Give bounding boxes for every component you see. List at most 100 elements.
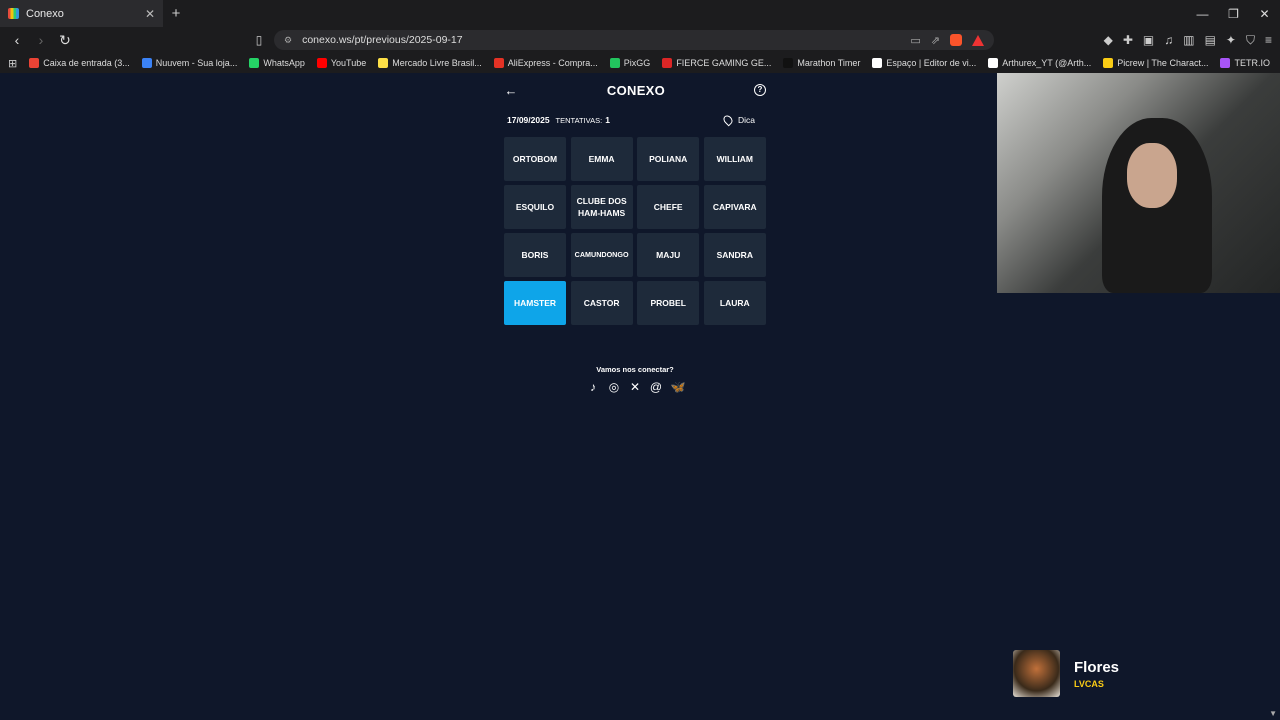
bookmark-favicon-icon bbox=[141, 58, 152, 68]
sidebar-icon[interactable]: ▥ bbox=[1183, 33, 1194, 48]
bookmark-item[interactable]: PixGG bbox=[609, 58, 651, 68]
music-icon[interactable]: ♫ bbox=[1164, 33, 1173, 48]
apps-grid-icon[interactable]: ⊞ bbox=[8, 57, 17, 70]
bookmark-favicon-icon bbox=[609, 58, 620, 68]
cast-icon[interactable]: ▭ bbox=[910, 34, 920, 47]
location-pin-icon bbox=[721, 113, 735, 127]
word-tile[interactable]: HAMSTER bbox=[504, 281, 566, 325]
back-icon[interactable]: ‹ bbox=[8, 32, 26, 48]
word-tile[interactable]: ORTOBOM bbox=[504, 137, 566, 181]
streamer-face bbox=[1127, 143, 1177, 208]
bookmark-label: PixGG bbox=[623, 58, 651, 68]
word-tile[interactable]: CAMUNDONGO bbox=[570, 233, 633, 277]
forward-icon[interactable]: › bbox=[32, 32, 50, 48]
bookmark-item[interactable]: FIERCE GAMING GE... bbox=[662, 58, 771, 68]
now-playing-widget: Flores LVCAS bbox=[1013, 650, 1119, 697]
site-info-icon[interactable]: ⚙ bbox=[284, 35, 292, 46]
puzzle-icon[interactable]: ✚ bbox=[1123, 33, 1133, 48]
bookmark-label: Espaço | Editor de vi... bbox=[886, 58, 977, 68]
bookmark-favicon-icon bbox=[249, 58, 260, 68]
bookmark-favicon-icon bbox=[988, 58, 999, 68]
tab-close-icon[interactable]: ✕ bbox=[145, 7, 155, 21]
window-controls: — ❐ ✕ bbox=[1187, 7, 1280, 21]
bookmark-page-icon[interactable]: ▯ bbox=[250, 33, 268, 47]
close-window-icon[interactable]: ✕ bbox=[1249, 7, 1280, 21]
social-section: Vamos nos conectar? ♪ ◎ ✕ @ 🦋 bbox=[560, 365, 710, 394]
attempts-count: 1 bbox=[605, 115, 610, 125]
reload-icon[interactable]: ↻ bbox=[56, 32, 74, 49]
instagram-icon[interactable]: ◎ bbox=[608, 380, 621, 394]
bookmark-item[interactable]: Marathon Timer bbox=[783, 58, 860, 68]
bookmark-favicon-icon bbox=[783, 58, 794, 68]
word-tile[interactable]: PROBEL bbox=[637, 281, 700, 325]
social-icons: ♪ ◎ ✕ @ 🦋 bbox=[560, 380, 710, 394]
bookmark-item[interactable]: Caixa de entrada (3... bbox=[29, 58, 130, 68]
bookmark-item[interactable]: TETR.IO bbox=[1220, 58, 1270, 68]
minimize-icon[interactable]: — bbox=[1187, 7, 1218, 21]
nav-bar: ‹ › ↻ ▯ ⚙ conexo.ws/pt/previous/2025-09-… bbox=[0, 27, 1280, 53]
share-icon[interactable]: ⇗ bbox=[931, 34, 940, 47]
word-tile[interactable]: WILLIAM bbox=[703, 137, 766, 181]
extensions-area: ◆ ✚ ▣ ♫ ▥ ▤ ✦ ⛉ ≡ bbox=[1104, 33, 1272, 48]
bookmark-label: FIERCE GAMING GE... bbox=[676, 58, 772, 68]
bookmark-item[interactable]: Arthurex_YT (@Arth... bbox=[988, 58, 1091, 68]
bookmark-label: WhatsApp bbox=[263, 58, 305, 68]
menu-icon[interactable]: ≡ bbox=[1265, 33, 1272, 48]
brave-shields-icon[interactable] bbox=[950, 34, 962, 46]
bookmark-label: Mercado Livre Brasil... bbox=[392, 58, 482, 68]
webcam-overlay bbox=[997, 73, 1280, 293]
screenshot-icon[interactable]: ▣ bbox=[1143, 33, 1154, 48]
word-tile[interactable]: SANDRA bbox=[703, 233, 766, 277]
word-tile[interactable]: CAPIVARA bbox=[703, 185, 766, 229]
arrow-left-icon[interactable]: ← bbox=[504, 83, 518, 98]
tab-conexo[interactable]: Conexo ✕ bbox=[0, 0, 163, 27]
word-tile[interactable]: CHEFE bbox=[637, 185, 700, 229]
word-tile[interactable]: BORIS bbox=[504, 233, 566, 277]
bookmarks-bar: ⊞ Caixa de entrada (3... Nuuvem - Sua loj… bbox=[0, 53, 1280, 73]
word-tile[interactable]: POLIANA bbox=[637, 137, 700, 181]
brave-rewards-icon[interactable] bbox=[972, 34, 984, 46]
song-title: Flores bbox=[1074, 658, 1120, 676]
restore-icon[interactable]: ❐ bbox=[1218, 7, 1249, 21]
bookmark-item[interactable]: Espaço | Editor de vi... bbox=[872, 58, 976, 68]
vpn-icon[interactable]: ⛉ bbox=[1246, 33, 1255, 48]
threads-icon[interactable]: @ bbox=[650, 380, 663, 394]
bookmark-item[interactable]: YouTube bbox=[316, 58, 366, 68]
address-bar[interactable]: ⚙ conexo.ws/pt/previous/2025-09-17 ▭ ⇗ bbox=[274, 30, 994, 50]
bookmark-favicon-icon bbox=[1220, 58, 1231, 68]
word-tile[interactable]: CASTOR bbox=[570, 281, 633, 325]
scroll-down-icon[interactable]: ▼ bbox=[1269, 709, 1277, 718]
leo-icon[interactable]: ✦ bbox=[1226, 33, 1236, 48]
x-icon[interactable]: ✕ bbox=[629, 380, 642, 394]
hint-button[interactable]: Dica bbox=[721, 113, 755, 127]
bookmark-favicon-icon bbox=[316, 58, 327, 68]
bookmark-item[interactable]: AliExpress - Compra... bbox=[493, 58, 598, 68]
bookmark-label: Arthurex_YT (@Arth... bbox=[1002, 58, 1092, 68]
extension-icon[interactable]: ◆ bbox=[1104, 33, 1113, 48]
page-title: CONEXO bbox=[606, 82, 666, 98]
word-grid: ORTOBOM EMMA POLIANA WILLIAM ESQUILO CLUBE DO… bbox=[504, 137, 766, 325]
bookmark-label: Marathon Timer bbox=[797, 58, 861, 68]
word-tile[interactable]: MAJU bbox=[637, 233, 700, 277]
hint-label: Dica bbox=[737, 115, 755, 125]
wallet-icon[interactable]: ▤ bbox=[1205, 33, 1216, 48]
bookmark-label: AliExpress - Compra... bbox=[507, 58, 598, 68]
word-tile[interactable]: CLUBE DOS HAM-HAMS bbox=[570, 185, 633, 229]
word-tile[interactable]: ESQUILO bbox=[504, 185, 566, 229]
bookmark-item[interactable]: Picrew | The Charact... bbox=[1103, 58, 1208, 68]
bluesky-icon[interactable]: 🦋 bbox=[671, 380, 686, 394]
conexo-favicon-icon bbox=[8, 8, 19, 19]
bookmark-item[interactable]: Nuuvem - Sua loja... bbox=[141, 58, 237, 68]
bookmark-item[interactable]: Mercado Livre Brasil... bbox=[378, 58, 482, 68]
bookmark-favicon-icon bbox=[493, 58, 504, 68]
word-tile[interactable]: EMMA bbox=[570, 137, 633, 181]
song-artist: LVCAS bbox=[1074, 678, 1104, 689]
tiktok-icon[interactable]: ♪ bbox=[587, 380, 600, 394]
new-tab-button[interactable]: + bbox=[163, 5, 189, 22]
bookmark-item[interactable]: WhatsApp bbox=[249, 58, 305, 68]
bookmark-favicon-icon bbox=[1103, 58, 1114, 68]
help-icon[interactable]: ? bbox=[754, 84, 766, 96]
url-text[interactable]: conexo.ws/pt/previous/2025-09-17 bbox=[302, 34, 900, 46]
bookmark-favicon-icon bbox=[378, 58, 389, 68]
word-tile[interactable]: LAURA bbox=[703, 281, 766, 325]
